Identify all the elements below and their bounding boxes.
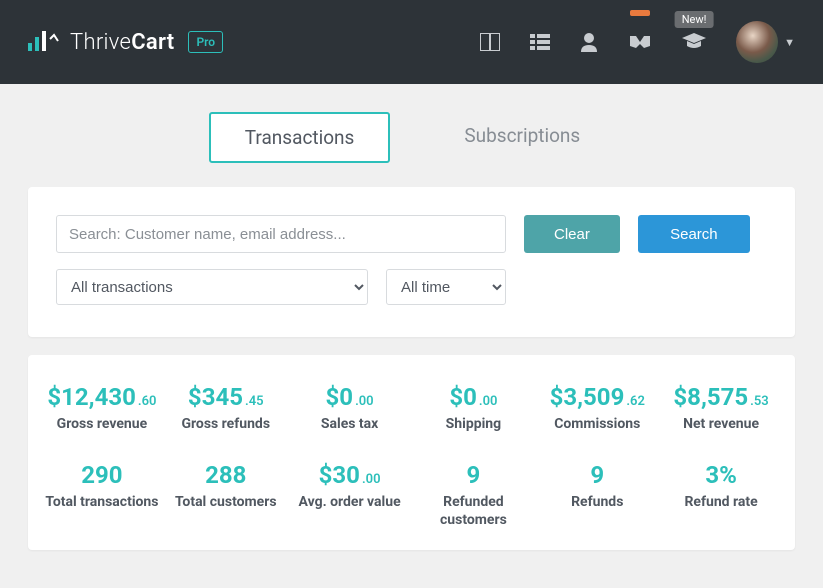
handshake-icon[interactable] xyxy=(628,34,652,50)
stat-gross-revenue: $12,430.60 Gross revenue xyxy=(40,383,164,433)
time-range-select[interactable]: All time xyxy=(386,269,506,305)
stat-label: Avg. order value xyxy=(288,493,412,511)
stat-label: Net revenue xyxy=(659,415,783,433)
notification-badge xyxy=(630,10,650,16)
avatar xyxy=(736,21,778,63)
grid-icon[interactable] xyxy=(530,34,550,50)
clear-button[interactable]: Clear xyxy=(524,215,620,253)
stat-refunds: 9 Refunds xyxy=(535,461,659,529)
tabs: Transactions Subscriptions xyxy=(0,84,823,187)
graduation-icon[interactable]: New! xyxy=(682,33,706,51)
stats-panel: $12,430.60 Gross revenue $345.45 Gross r… xyxy=(28,355,795,550)
stat-label: Total customers xyxy=(164,493,288,511)
app-header: ThriveCart Pro xyxy=(0,0,823,84)
logo-mark-icon xyxy=(28,29,62,55)
tab-subscriptions[interactable]: Subscriptions xyxy=(430,112,614,163)
stat-label: Total transactions xyxy=(40,493,164,511)
chevron-down-icon: ▼ xyxy=(784,36,795,49)
stat-refunded-customers: 9 Refunded customers xyxy=(412,461,536,529)
stat-label: Gross refunds xyxy=(164,415,288,433)
logo-text: ThriveCart xyxy=(70,30,174,55)
stat-label: Refund rate xyxy=(659,493,783,511)
stat-total-customers: 288 Total customers xyxy=(164,461,288,529)
transaction-type-select[interactable]: All transactions xyxy=(56,269,368,305)
tab-transactions[interactable]: Transactions xyxy=(209,112,391,163)
stat-commissions: $3,509.62 Commissions xyxy=(535,383,659,433)
account-menu[interactable]: ▼ xyxy=(736,21,795,63)
dashboard-icon[interactable] xyxy=(480,33,500,51)
stat-label: Sales tax xyxy=(288,415,412,433)
stat-sales-tax: $0.00 Sales tax xyxy=(288,383,412,433)
stat-label: Shipping xyxy=(412,415,536,433)
stat-refund-rate: 3% Refund rate xyxy=(659,461,783,529)
logo[interactable]: ThriveCart Pro xyxy=(28,29,223,55)
filter-panel: Clear Search All transactions All time xyxy=(28,187,795,337)
pro-badge: Pro xyxy=(188,31,223,53)
search-button[interactable]: Search xyxy=(638,215,750,253)
stat-shipping: $0.00 Shipping xyxy=(412,383,536,433)
stat-label: Gross revenue xyxy=(40,415,164,433)
stat-label: Commissions xyxy=(535,415,659,433)
new-badge: New! xyxy=(675,11,714,28)
user-icon[interactable] xyxy=(580,32,598,52)
stat-net-revenue: $8,575.53 Net revenue xyxy=(659,383,783,433)
stat-gross-refunds: $345.45 Gross refunds xyxy=(164,383,288,433)
stat-label: Refunded customers xyxy=(412,493,536,529)
nav-right: New! ▼ xyxy=(480,21,795,63)
stat-total-transactions: 290 Total transactions xyxy=(40,461,164,529)
stat-label: Refunds xyxy=(535,493,659,511)
search-input[interactable] xyxy=(56,215,506,253)
stat-avg-order: $30.00 Avg. order value xyxy=(288,461,412,529)
